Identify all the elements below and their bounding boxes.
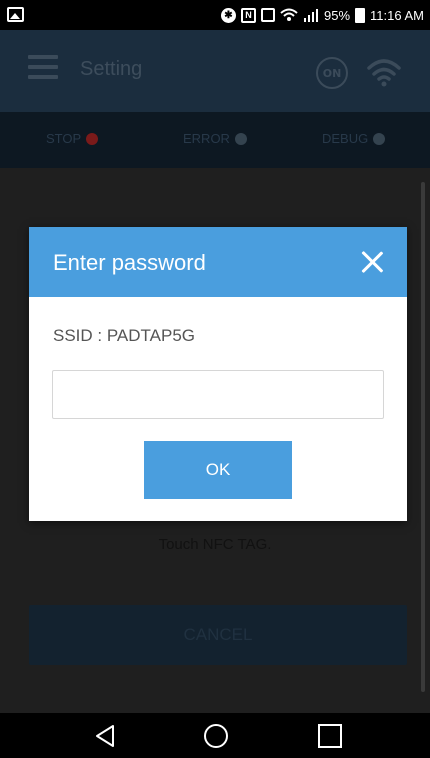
status-icons: ✱ N 95% 11:16 AM <box>221 0 424 30</box>
vibrate-icon <box>261 8 275 22</box>
stop-indicator-dot <box>86 132 99 145</box>
wifi-icon[interactable] <box>367 57 401 91</box>
status-bar: ✱ N 95% 11:16 AM <box>0 0 430 30</box>
wifi-calling-icon <box>280 8 298 22</box>
status-debug: DEBUG <box>322 131 386 146</box>
dialog-title: Enter password <box>53 250 206 275</box>
back-icon[interactable] <box>94 724 116 752</box>
bluetooth-icon: ✱ <box>221 7 236 23</box>
dialog-header: Enter password <box>29 227 407 297</box>
nfc-icon: N <box>241 7 256 23</box>
clock: 11:16 AM <box>370 7 424 23</box>
error-indicator-dot <box>234 132 247 145</box>
ssid-label: SSID : PADTAP5G <box>53 326 196 345</box>
battery-percent: 95% <box>324 7 351 23</box>
password-input[interactable] <box>52 370 384 419</box>
status-debug-label: DEBUG <box>322 131 369 146</box>
ok-button[interactable]: OK <box>144 441 292 499</box>
navigation-bar <box>0 713 430 758</box>
status-error: ERROR <box>183 131 247 146</box>
nfc-instruction: Touch NFC TAG. <box>158 536 272 553</box>
hamburger-menu-icon[interactable] <box>28 55 58 79</box>
battery-icon <box>355 7 366 23</box>
gallery-icon <box>7 7 24 22</box>
cancel-button[interactable]: CANCEL <box>29 605 407 665</box>
home-icon[interactable] <box>204 724 228 748</box>
device-status-strip: STOP ERROR DEBUG <box>0 112 430 168</box>
password-dialog: Enter password SSID : PADTAP5G OK <box>29 227 407 521</box>
app-bar: Setting ON <box>0 30 430 112</box>
page-title: Setting <box>80 58 143 80</box>
recent-apps-icon[interactable] <box>318 724 342 748</box>
status-error-label: ERROR <box>183 131 230 146</box>
scrollbar[interactable] <box>421 182 425 692</box>
signal-icon <box>303 8 319 22</box>
status-stop: STOP <box>46 131 99 146</box>
debug-indicator-dot <box>373 132 386 145</box>
power-on-toggle[interactable]: ON <box>316 57 348 89</box>
status-stop-label: STOP <box>46 131 82 146</box>
close-icon[interactable] <box>360 250 384 274</box>
